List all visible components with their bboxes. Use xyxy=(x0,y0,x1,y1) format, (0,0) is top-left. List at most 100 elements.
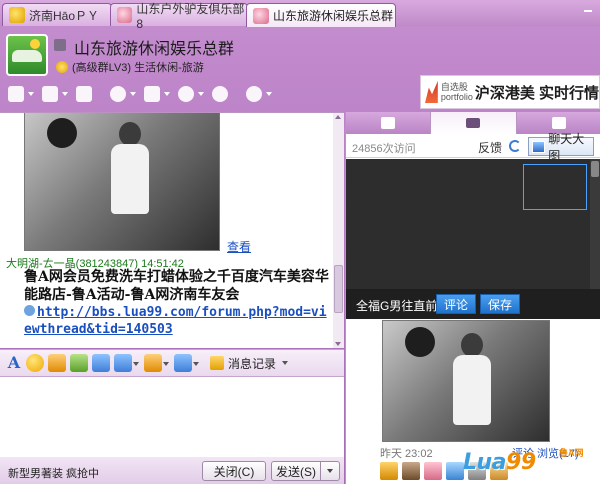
image-caption: 全福G男往直前 xyxy=(356,299,438,313)
chevron-down-icon xyxy=(282,361,289,365)
teddy-bear xyxy=(405,327,435,357)
level-badge-icon xyxy=(56,61,68,73)
chat-big-picture-button[interactable]: 聊天大图 xyxy=(528,132,594,163)
message-history-button[interactable]: 消息记录 xyxy=(210,355,289,372)
minimize-icon xyxy=(584,10,592,12)
message-link-text[interactable]: http://bbs.lua99.com/forum.php?mod=viewt… xyxy=(24,305,327,337)
avatar[interactable] xyxy=(380,462,398,480)
comment-button[interactable]: 评论 xyxy=(436,294,476,314)
chat-button[interactable] xyxy=(110,83,138,105)
tab-travel-group[interactable]: 山东旅游休闲娱乐总群 xyxy=(246,3,396,27)
send-options-button[interactable] xyxy=(320,461,340,481)
group-avatar[interactable] xyxy=(6,34,48,76)
list-icon xyxy=(466,118,481,128)
chat-photo[interactable] xyxy=(24,113,220,251)
chevron-down-icon xyxy=(327,469,333,473)
send-button[interactable]: 发送(S) xyxy=(271,461,321,481)
chevron-down-icon xyxy=(163,362,169,366)
visits-row: 24856次访问 反馈 聊天大图 xyxy=(346,132,600,163)
magic-emoji-button[interactable] xyxy=(48,354,66,372)
image-button[interactable] xyxy=(92,354,110,372)
visit-count: 24856次访问 xyxy=(352,143,416,155)
thumbnail-frame[interactable] xyxy=(523,164,587,210)
album-button[interactable] xyxy=(76,83,104,105)
scroll-thumb[interactable] xyxy=(591,161,599,177)
chevron-down-icon xyxy=(133,362,139,366)
shake-button[interactable] xyxy=(70,354,88,372)
album-photo[interactable] xyxy=(382,320,550,442)
ad-small-text: 自选股 portfolio xyxy=(440,82,473,102)
avatar[interactable] xyxy=(424,462,442,480)
watermark-number: 99 xyxy=(506,450,536,475)
group-header: 山东旅游休闲娱乐总群 (高级群LV3) 生活休闲-旅游 自选股 portfoli… xyxy=(0,26,600,112)
contact-icon xyxy=(9,7,25,23)
lock-icon xyxy=(54,39,66,51)
person-head xyxy=(461,333,483,357)
input-toolbar: A 消息记录 xyxy=(0,349,344,377)
image-viewer: 全福G男往直前 评论 保存 xyxy=(346,159,600,319)
group-subtitle-text: (高级群LV3) 生活休闲-旅游 xyxy=(72,62,204,74)
history-label: 消息记录 xyxy=(228,356,277,371)
windows-icon xyxy=(551,117,566,129)
share-button[interactable] xyxy=(212,83,240,105)
scroll-down-icon[interactable] xyxy=(335,342,341,346)
notes-button[interactable] xyxy=(144,83,172,105)
chat-scrollbar[interactable] xyxy=(333,113,344,348)
tab-jinan[interactable]: 济南HāoＰＹ xyxy=(2,3,112,26)
group-toolbar xyxy=(8,82,274,106)
person-body xyxy=(111,144,149,214)
chat-bubble-icon xyxy=(110,86,126,102)
tab-label: 济南HāoＰＹ xyxy=(29,8,100,23)
chevron-down-icon xyxy=(62,92,68,96)
stock-chart-icon xyxy=(425,81,438,103)
home-button[interactable] xyxy=(8,83,36,105)
promo-text[interactable]: 新型男著装 疯抢中 xyxy=(8,465,99,481)
members-icon xyxy=(381,117,396,129)
tab-label: 山东旅游休闲娱乐总群 xyxy=(273,9,394,23)
group-icon xyxy=(253,7,269,24)
sun-icon xyxy=(30,39,40,49)
chat-history[interactable]: 查看 大明湖-ㄊ一晶(381243847) 14:51:42 鲁A网会员免费洗车… xyxy=(0,112,344,348)
person-head xyxy=(119,122,141,146)
tab-outdoor-club[interactable]: 山东户外驴友俱乐部8 xyxy=(110,2,248,31)
chevron-down-icon xyxy=(198,92,204,96)
scroll-thumb[interactable] xyxy=(334,265,343,313)
avatar[interactable] xyxy=(402,462,420,480)
minimize-button[interactable] xyxy=(576,0,600,22)
photo-time: 昨天 23:02 xyxy=(380,448,433,460)
group-icon xyxy=(117,7,133,23)
home-icon xyxy=(8,86,24,102)
message-link[interactable]: http://bbs.lua99.com/forum.php?mod=viewt… xyxy=(24,304,334,338)
share-icon xyxy=(212,86,228,102)
tab-members[interactable] xyxy=(346,112,430,134)
music-button[interactable] xyxy=(144,354,169,372)
watermark-sub: 鲁A网 xyxy=(559,448,584,458)
close-button[interactable]: 关闭(C) xyxy=(202,461,266,481)
info-icon xyxy=(24,305,35,316)
app-button[interactable] xyxy=(174,354,199,372)
settings-icon xyxy=(246,86,262,102)
message-input[interactable] xyxy=(0,377,344,457)
location-button[interactable] xyxy=(178,83,206,105)
message-text: 鲁A网会员免费洗车打蜡体验之千百度汽车美容华能路店-鲁A活动-鲁A网济南车友会 xyxy=(24,269,329,303)
view-link[interactable]: 查看 xyxy=(227,238,251,255)
tab-list[interactable] xyxy=(430,112,517,134)
screenshot-button[interactable] xyxy=(114,354,139,372)
tab-bar: 济南HāoＰＹ 山东户外驴友俱乐部8 山东旅游休闲娱乐总群 xyxy=(0,0,600,31)
caption-bar: 全福G男往直前 评论 保存 xyxy=(346,289,600,319)
folder-button[interactable] xyxy=(42,83,70,105)
save-button[interactable]: 保存 xyxy=(480,294,520,314)
refresh-icon[interactable] xyxy=(509,140,521,152)
feedback-link[interactable]: 反馈 xyxy=(478,139,502,156)
settings-button[interactable] xyxy=(246,83,274,105)
bottom-bar: 新型男著装 疯抢中 关闭(C) 发送(S) xyxy=(0,457,344,484)
ad-banner[interactable]: 自选股 portfolio 沪深港美 实时行情 xyxy=(420,75,600,109)
location-icon xyxy=(178,86,194,102)
right-panel: 24856次访问 反馈 聊天大图 全福G男往直前 评论 保存 昨天 23:02 … xyxy=(345,112,600,484)
car-icon xyxy=(12,50,42,62)
font-button[interactable]: A xyxy=(6,354,22,372)
folder-icon xyxy=(42,86,58,102)
chevron-down-icon xyxy=(164,92,170,96)
emoji-button[interactable] xyxy=(26,354,44,372)
scroll-up-icon[interactable] xyxy=(335,115,341,119)
